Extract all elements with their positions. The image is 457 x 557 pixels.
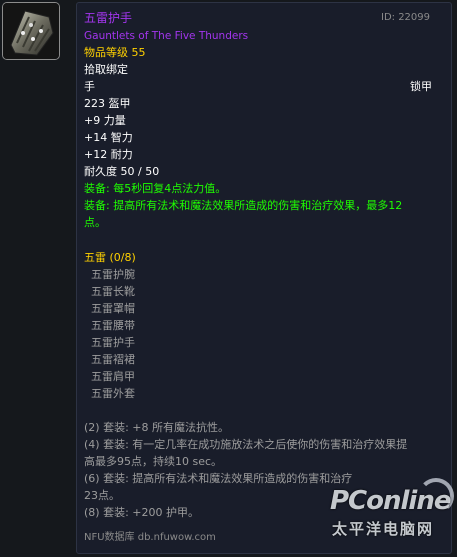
item-english-name: Gauntlets of The Five Thunders: [84, 30, 249, 42]
pconline-watermark: PConline 太平洋电脑网: [330, 478, 455, 550]
watermark-subtitle: 太平洋电脑网: [332, 520, 435, 538]
set-item[interactable]: 五雷护腕: [91, 267, 135, 283]
set-bonus: (8) 套装: +200 护甲。: [84, 506, 199, 519]
stat-strength: +9 力量: [84, 114, 126, 127]
bind-type: 拾取绑定: [84, 63, 128, 76]
armor-value: 223 盔甲: [84, 97, 131, 110]
equip-effect: 装备: 提高所有法术和魔法效果所造成的伤害和治疗效果，最多12: [84, 199, 403, 212]
equip-effect-continued: 点。: [84, 216, 106, 229]
item-id: ID: 22099: [381, 12, 431, 23]
item-name: 五雷护手: [84, 11, 133, 25]
set-item[interactable]: 五雷外套: [91, 386, 135, 402]
set-item[interactable]: 五雷长靴: [91, 284, 135, 300]
stat-stamina: +12 耐力: [84, 148, 133, 161]
equip-effect: 装备: 每5秒回复4点法力值。: [84, 182, 227, 195]
item-slot: 手: [84, 80, 95, 93]
set-item[interactable]: 五雷肩甲: [91, 369, 135, 385]
set-bonus: (4) 套装: 有一定几率在成功施放法术之后使你的伤害和治疗效果提: [84, 438, 408, 451]
gauntlet-icon: [3, 3, 59, 59]
set-title: 五雷 (0/8): [84, 251, 136, 264]
set-item[interactable]: 五雷褶裙: [91, 352, 135, 368]
item-icon-frame[interactable]: [2, 2, 60, 60]
set-item[interactable]: 五雷腰带: [91, 318, 135, 334]
set-item[interactable]: 五雷罩帽: [91, 301, 135, 317]
set-item[interactable]: 五雷护手: [91, 335, 135, 351]
set-bonus: (6) 套装: 提高所有法术和魔法效果所造成的伤害和治疗: [84, 472, 353, 485]
watermark-logo-text: PConline: [330, 486, 451, 516]
durability: 耐久度 50 / 50: [84, 165, 160, 178]
armor-type: 锁甲: [410, 80, 432, 93]
footer-source: NFU数据库 db.nfuwow.com: [84, 532, 216, 543]
stat-intellect: +14 智力: [84, 131, 133, 144]
set-bonus-continued: 高最多95点，持续10 sec。: [84, 455, 223, 468]
set-bonus: (2) 套装: +8 所有魔法抗性。: [84, 421, 229, 434]
set-bonus-continued: 23点。: [84, 489, 120, 502]
item-level: 物品等级 55: [84, 46, 146, 59]
